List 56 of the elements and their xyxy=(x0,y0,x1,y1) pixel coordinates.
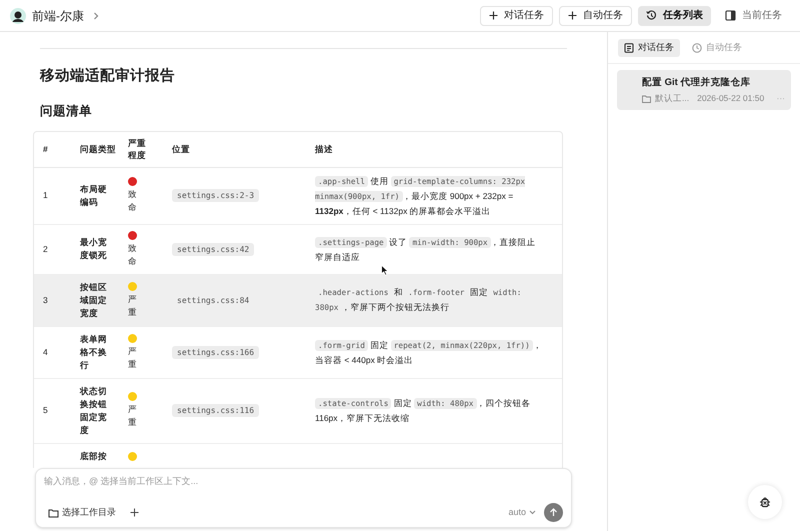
column-header: 严重程度 xyxy=(128,137,147,161)
task-folder: 默认工... xyxy=(655,92,690,105)
panel-icon xyxy=(725,10,736,21)
history-icon xyxy=(646,10,657,21)
column-header: 问题类型 xyxy=(79,142,117,156)
issue-type: 最小宽度锁死 xyxy=(80,236,107,262)
workspace-name[interactable]: 前端-尔康 xyxy=(32,6,84,24)
clock-icon xyxy=(692,42,702,52)
issue-type: 表单网格不换行 xyxy=(80,332,107,372)
avatar-icon[interactable] xyxy=(10,8,26,24)
row-number: 3 xyxy=(43,294,48,304)
severity-label: 严重 xyxy=(128,292,138,318)
bug-report-button[interactable] xyxy=(748,485,782,519)
severity-label: 致命 xyxy=(128,242,138,268)
issue-type: 状态切换按钮固定宽度 xyxy=(80,384,107,436)
location-code: settings.css:116 xyxy=(172,404,260,417)
task-card[interactable]: 配置 Git 代理并克隆仓库 默认工... 2026-05-22 01:50 ··· xyxy=(617,70,791,110)
bug-icon xyxy=(759,496,771,508)
severity-label: 严重 xyxy=(128,344,138,370)
row-number: 4 xyxy=(43,346,48,356)
chevron-down-icon xyxy=(529,510,536,515)
plus-icon[interactable] xyxy=(130,508,139,517)
send-button[interactable] xyxy=(544,503,563,522)
issue-type: 底部按 xyxy=(80,450,107,462)
column-header: 位置 xyxy=(171,142,191,156)
sidebar-tab[interactable]: 对话任务 xyxy=(618,38,680,56)
header-action-button[interactable]: 任务列表 xyxy=(638,6,711,26)
row-number: 2 xyxy=(43,244,48,254)
plus-icon xyxy=(489,11,498,20)
message-input[interactable]: 输入消息，@ 选择当前工作区上下文... xyxy=(44,475,563,488)
severity-label: 致命 xyxy=(128,188,138,214)
row-number: 1 xyxy=(43,190,48,200)
report-title: 移动端适配审计报告 xyxy=(40,66,176,86)
header-action-button[interactable]: 对话任务 xyxy=(480,6,553,26)
section-heading: 问题清单 xyxy=(40,102,93,120)
workdir-button[interactable]: 选择工作目录 xyxy=(44,504,120,522)
task-title: 配置 Git 代理并克隆仓库 xyxy=(642,76,752,90)
issue-type: 布局硬编码 xyxy=(80,182,107,208)
row-number: 5 xyxy=(43,405,48,415)
chevron-right-icon[interactable] xyxy=(92,12,100,20)
header-action-button[interactable]: 自动任务 xyxy=(559,6,632,26)
location-code: settings.css:42 xyxy=(172,242,254,256)
folder-icon xyxy=(48,508,59,518)
severity-label: 严重 xyxy=(128,403,138,429)
column-header: # xyxy=(42,142,49,156)
column-header: 描述 xyxy=(314,142,334,156)
issue-type: 按钮区域固定宽度 xyxy=(80,280,107,320)
location-code: settings.css:166 xyxy=(172,346,260,358)
task-time: 2026-05-22 01:50 xyxy=(697,92,764,105)
arrow-up-icon xyxy=(549,508,558,517)
plus-icon xyxy=(568,11,577,20)
folder-icon xyxy=(642,94,651,103)
model-selector[interactable]: auto xyxy=(508,506,536,520)
location-code: settings.css:2-3 xyxy=(172,189,260,202)
document-icon xyxy=(624,42,634,52)
location-code: settings.css:84 xyxy=(176,294,250,306)
